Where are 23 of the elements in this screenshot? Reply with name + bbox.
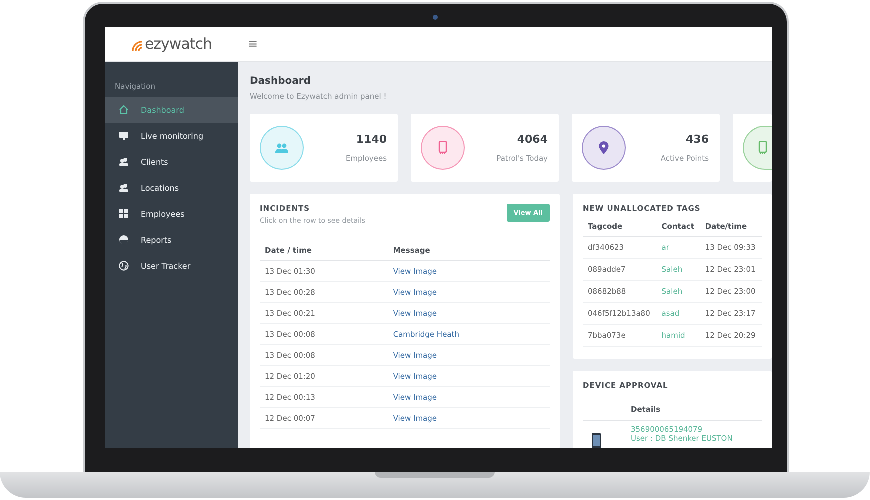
stat-value: 1140 bbox=[355, 133, 387, 146]
signal-icon bbox=[130, 40, 145, 52]
stat-value: 436 bbox=[685, 133, 709, 146]
grid-icon bbox=[119, 209, 129, 219]
home-icon bbox=[119, 105, 129, 115]
logo: ezywatch bbox=[130, 36, 212, 52]
phone-icon bbox=[592, 433, 601, 448]
users-icon bbox=[119, 157, 129, 167]
globe-icon bbox=[119, 261, 129, 271]
sidebar-item[interactable]: User Tracker bbox=[105, 253, 238, 279]
sidebar-item[interactable]: Reports bbox=[105, 227, 238, 253]
sidebar-item[interactable]: Live monitoring bbox=[105, 123, 238, 149]
menu-button[interactable]: ≡ bbox=[244, 37, 262, 51]
users-icon bbox=[119, 183, 129, 193]
sidebar-item[interactable]: Clients bbox=[105, 149, 238, 175]
sidebar-item[interactable]: Locations bbox=[105, 175, 238, 201]
pie-icon bbox=[119, 235, 129, 245]
sidebar-item[interactable]: Dashboard bbox=[105, 97, 238, 123]
page-title: Dashboard bbox=[250, 76, 312, 87]
monitor-icon bbox=[119, 131, 129, 141]
stat-value: 4064 bbox=[516, 133, 548, 146]
camera-dot bbox=[433, 15, 438, 20]
sidebar-item[interactable]: Employees bbox=[105, 201, 238, 227]
